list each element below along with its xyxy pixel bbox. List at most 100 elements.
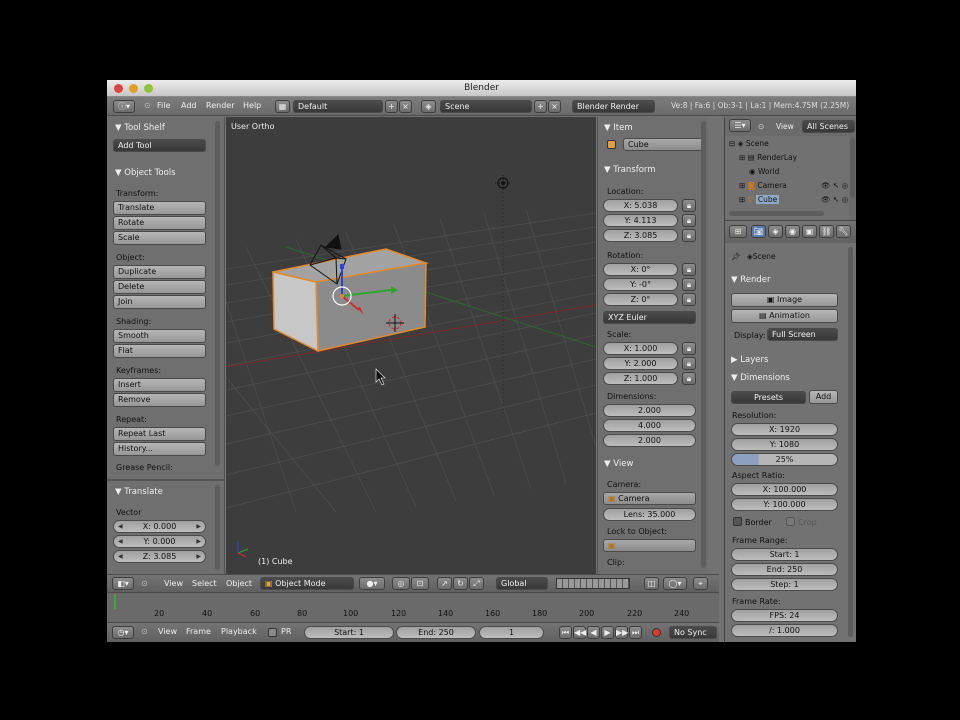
editor-type-outliner-icon[interactable]: ☰▾ [729, 119, 751, 132]
lock-rotation-z-icon[interactable]: 🔒︎ [682, 293, 696, 306]
dimension-x-field[interactable]: 2.000 [603, 404, 696, 417]
decrement-arrow-icon[interactable]: ◀ [118, 521, 123, 532]
translate-manipulator-icon[interactable]: ↗ [437, 577, 452, 590]
view-panel-header[interactable]: ▼ View [604, 459, 633, 469]
collapse-menu-icon[interactable]: ⊙ [758, 122, 764, 131]
visibility-icons[interactable]: 👁︎ ↖ ◎ [821, 181, 848, 190]
scale-z-field[interactable]: Z: 1.000 [603, 372, 678, 385]
add-screen-icon[interactable]: + [385, 100, 398, 113]
editor-type-properties-icon[interactable]: ⊞ [729, 225, 747, 238]
screen-layout-field[interactable]: Default [293, 100, 383, 113]
scene-icon[interactable]: ◈ [421, 100, 436, 113]
scale-x-field[interactable]: X: 1.000 [603, 342, 678, 355]
join-button[interactable]: Join [113, 295, 206, 309]
menu-view[interactable]: View [158, 627, 177, 636]
screen-layout-icon[interactable]: ▦ [275, 100, 290, 113]
lock-location-y-icon[interactable]: 🔒︎ [682, 214, 696, 227]
outliner-item-camera[interactable]: ⊞ ◙ Camera [739, 181, 787, 190]
rotate-manipulator-icon[interactable]: ↻ [453, 577, 468, 590]
outliner-item-scene[interactable]: ⊟ ◈ Scene [729, 139, 769, 148]
scene-field[interactable]: Scene [440, 100, 532, 113]
rotation-mode-select[interactable]: XYZ Euler [603, 311, 696, 324]
collapse-menu-icon[interactable]: ⊙ [144, 101, 151, 110]
rotation-z-field[interactable]: Z: 0° [603, 293, 678, 306]
outliner-view-menu[interactable]: View [776, 122, 794, 131]
transform-panel-header[interactable]: ▼ Transform [604, 165, 656, 175]
location-z-field[interactable]: Z: 3.085 [603, 229, 678, 242]
constraints-tab-icon[interactable]: ⛓ [819, 225, 834, 238]
dimension-z-field[interactable]: 2.000 [603, 434, 696, 447]
display-select[interactable]: Full Screen [767, 328, 838, 341]
resolution-x-field[interactable]: X: 1920 [731, 423, 838, 436]
panel-divider[interactable] [107, 479, 225, 481]
scale-manipulator-icon[interactable]: ⤢ [469, 577, 484, 590]
insert-keyframe-button[interactable]: Insert [113, 378, 206, 392]
lock-scale-y-icon[interactable]: 🔒︎ [682, 357, 696, 370]
lock-location-z-icon[interactable]: 🔒︎ [682, 229, 696, 242]
resolution-y-field[interactable]: Y: 1080 [731, 438, 838, 451]
tool-shelf-title[interactable]: ▼ Tool Shelf [115, 123, 165, 133]
translate-operator-header[interactable]: ▼ Translate [115, 487, 163, 497]
scene-tab-icon[interactable]: ◈ [768, 225, 783, 238]
increment-arrow-icon[interactable]: ▶ [196, 521, 201, 532]
frame-end-field[interactable]: End: 250 [731, 563, 838, 576]
vector-y-field[interactable]: ◀ Y: 0.000 ▶ [113, 535, 206, 548]
lock-object-field[interactable]: ▣ [603, 539, 696, 552]
vector-x-field[interactable]: ◀ X: 0.000 ▶ [113, 520, 206, 533]
menu-render[interactable]: Render [206, 101, 234, 110]
sync-mode-select[interactable]: No Sync [669, 626, 717, 639]
scale-button[interactable]: Scale [113, 231, 206, 245]
add-tool-select[interactable]: Add Tool [113, 139, 206, 152]
add-scene-icon[interactable]: + [534, 100, 547, 113]
outliner-filter-select[interactable]: All Scenes [802, 120, 855, 133]
scale-y-field[interactable]: Y: 2.000 [603, 357, 678, 370]
menu-add[interactable]: Add [181, 101, 197, 110]
collapse-menu-icon[interactable]: ⊙ [141, 627, 148, 636]
jump-start-icon[interactable]: ⏮ [559, 626, 572, 639]
snap-icon[interactable]: ⌖ [693, 577, 708, 590]
lamp-icon[interactable] [495, 175, 511, 191]
location-x-field[interactable]: X: 5.038 [603, 199, 678, 212]
resolution-percentage-slider[interactable]: 25% [731, 453, 838, 466]
prev-keyframe-icon[interactable]: ◀◀ [573, 626, 586, 639]
vector-z-field[interactable]: ◀ Z: 3.085 ▶ [113, 550, 206, 563]
lens-field[interactable]: Lens: 35.000 [603, 508, 696, 521]
increment-arrow-icon[interactable]: ▶ [196, 551, 201, 562]
current-frame-marker[interactable] [114, 595, 116, 609]
menu-frame[interactable]: Frame [186, 627, 211, 636]
smooth-button[interactable]: Smooth [113, 329, 206, 343]
current-frame-field[interactable]: 1 [479, 626, 544, 639]
render-engine-select[interactable]: Blender Render [572, 100, 655, 113]
pin-icon[interactable]: 📌︎ [731, 252, 741, 261]
fps-base-field[interactable]: /: 1.000 [731, 624, 838, 637]
remove-keyframe-button[interactable]: Remove [113, 393, 206, 407]
outliner-v-scrollbar[interactable] [850, 138, 855, 198]
object-name-field[interactable]: Cube [623, 138, 703, 151]
lock-scale-x-icon[interactable]: 🔒︎ [682, 342, 696, 355]
tool-shelf-scrollbar[interactable] [215, 121, 220, 466]
proportional-edit-icon[interactable]: ◯▾ [663, 577, 687, 590]
dimensions-panel-header[interactable]: ▼ Dimensions [731, 373, 790, 383]
world-tab-icon[interactable]: ◉ [785, 225, 800, 238]
rotation-x-field[interactable]: X: 0° [603, 263, 678, 276]
lock-camera-icon[interactable]: ◫ [644, 577, 659, 590]
outliner-item-renderlayers[interactable]: ⊞ ▤ RenderLay [739, 153, 797, 162]
aspect-x-field[interactable]: X: 100.000 [731, 483, 838, 496]
properties-scrollbar[interactable] [848, 247, 853, 637]
operator-scrollbar[interactable] [215, 485, 220, 570]
render-animation-button[interactable]: ▤ Animation [731, 309, 838, 323]
repeat-last-button[interactable]: Repeat Last [113, 427, 206, 441]
frame-start-field[interactable]: Start: 1 [731, 548, 838, 561]
lock-rotation-x-icon[interactable]: 🔒︎ [682, 263, 696, 276]
increment-arrow-icon[interactable]: ▶ [196, 536, 201, 547]
fps-field[interactable]: FPS: 24 [731, 609, 838, 622]
lock-location-x-icon[interactable]: 🔒︎ [682, 199, 696, 212]
aspect-y-field[interactable]: Y: 100.000 [731, 498, 838, 511]
decrement-arrow-icon[interactable]: ◀ [118, 536, 123, 547]
play-reverse-icon[interactable]: ◀ [587, 626, 600, 639]
preview-range-checkbox[interactable] [268, 628, 277, 637]
location-y-field[interactable]: Y: 4.113 [603, 214, 678, 227]
mode-select[interactable]: ▣ Object Mode [260, 577, 354, 590]
frame-step-field[interactable]: Step: 1 [731, 578, 838, 591]
crop-checkbox[interactable] [786, 517, 795, 526]
